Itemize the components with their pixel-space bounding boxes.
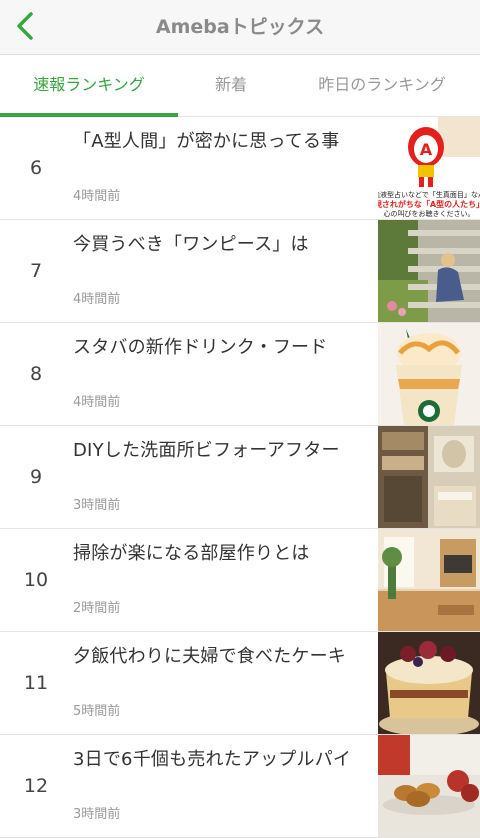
topic-list: 6 「A型人間」が密かに思ってる事 4時間前 A 血液型占いなどで「生真面目」な… bbox=[0, 117, 480, 838]
svg-text:心の叫びをお聴きください。: 心の叫びをお聴きください。 bbox=[384, 209, 475, 218]
rank-number: 9 bbox=[29, 466, 43, 488]
topic-thumbnail bbox=[378, 323, 480, 425]
svg-text:現されがちな「A型の人たち」: 現されがちな「A型の人たち」 bbox=[378, 199, 480, 209]
list-item[interactable]: 6 「A型人間」が密かに思ってる事 4時間前 A 血液型占いなどで「生真面目」な… bbox=[0, 117, 480, 220]
page-title: Amebaトピックス bbox=[155, 16, 325, 38]
rank-number: 10 bbox=[23, 569, 49, 591]
list-item[interactable]: 10 掃除が楽になる部屋作りとは 2時間前 bbox=[0, 529, 480, 632]
list-item[interactable]: 7 今買うべき「ワンピース」は 4時間前 bbox=[0, 220, 480, 323]
timestamp: 5時間前 bbox=[73, 704, 121, 719]
topic-title: スタバの新作ドリンク・フード bbox=[73, 337, 328, 358]
rank-number: 12 bbox=[23, 775, 49, 797]
rank-number: 8 bbox=[29, 363, 43, 385]
rank-number: 7 bbox=[29, 260, 43, 282]
tab-yesterday-ranking[interactable]: 昨日のランキング bbox=[284, 55, 480, 116]
timestamp: 4時間前 bbox=[73, 292, 121, 307]
list-item[interactable]: 12 3日で6千個も売れたアップルパイ 3時間前 bbox=[0, 735, 480, 838]
timestamp: 3時間前 bbox=[73, 807, 121, 822]
timestamp: 3時間前 bbox=[73, 498, 121, 513]
topic-thumbnail bbox=[378, 220, 480, 322]
list-item[interactable]: 8 スタバの新作ドリンク・フード 4時間前 bbox=[0, 323, 480, 426]
rank-number: 11 bbox=[23, 672, 49, 694]
list-item[interactable]: 11 夕飯代わりに夫婦で食べたケーキ 5時間前 bbox=[0, 632, 480, 735]
topic-thumbnail bbox=[378, 735, 480, 837]
timestamp: 2時間前 bbox=[73, 601, 121, 616]
tab-breaking-ranking[interactable]: 速報ランキング bbox=[0, 55, 178, 116]
timestamp: 4時間前 bbox=[73, 395, 121, 410]
topic-thumbnail: A 血液型占いなどで「生真面目」なん 現されがちな「A型の人たち」 心の叫びをお… bbox=[378, 117, 480, 219]
tab-new[interactable]: 新着 bbox=[178, 55, 284, 116]
svg-text:血液型占いなどで「生真面目」なん: 血液型占いなどで「生真面目」なん bbox=[378, 190, 480, 199]
rank-number: 6 bbox=[29, 157, 43, 179]
topic-title: DIYした洗面所ビフォーアフター bbox=[73, 440, 340, 461]
svg-text:A: A bbox=[420, 140, 433, 159]
topic-thumbnail bbox=[378, 529, 480, 631]
topic-title: 「A型人間」が密かに思ってる事 bbox=[73, 131, 340, 152]
list-item[interactable]: 9 DIYした洗面所ビフォーアフター 3時間前 bbox=[0, 426, 480, 529]
topic-thumbnail bbox=[378, 632, 480, 734]
navigation-bar: Amebaトピックス bbox=[0, 0, 480, 55]
topic-title: 掃除が楽になる部屋作りとは bbox=[73, 543, 310, 564]
topic-title: 夕飯代わりに夫婦で食べたケーキ bbox=[73, 646, 346, 667]
timestamp: 4時間前 bbox=[73, 189, 121, 204]
topic-title: 3日で6千個も売れたアップルパイ bbox=[73, 749, 352, 770]
topic-title: 今買うべき「ワンピース」は bbox=[73, 234, 309, 255]
tab-bar: 速報ランキング 新着 昨日のランキング bbox=[0, 55, 480, 117]
topic-thumbnail bbox=[378, 426, 480, 528]
